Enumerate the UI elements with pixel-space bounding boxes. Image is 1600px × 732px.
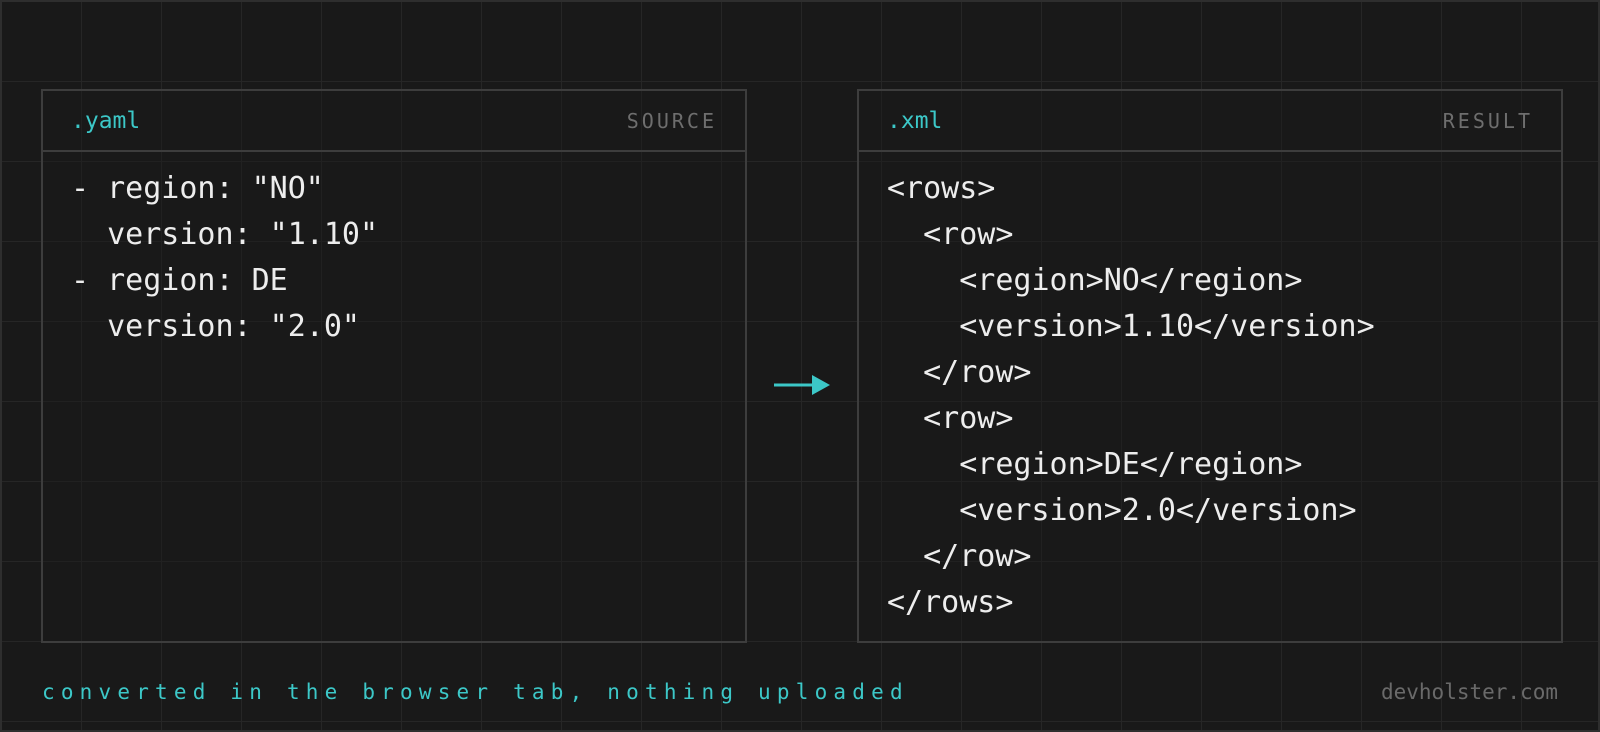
- source-extension-label: .yaml: [71, 107, 141, 134]
- result-code-line: </rows>: [887, 585, 1014, 620]
- source-panel-header: .yaml SOURCE: [43, 91, 745, 152]
- result-code-line: <row>: [887, 401, 1014, 436]
- source-role-label: SOURCE: [626, 108, 717, 133]
- result-code-line: </row>: [887, 355, 1032, 390]
- result-panel-header: .xml RESULT: [859, 91, 1561, 152]
- canvas-frame: .yaml SOURCE - region: "NO" version: "1.…: [0, 0, 1600, 732]
- source-code-line: version: "2.0": [71, 309, 360, 344]
- result-role-label: RESULT: [1442, 108, 1533, 133]
- footer-caption: converted in the browser tab, nothing up…: [42, 680, 909, 704]
- result-panel: .xml RESULT <rows> <row> <region>NO</reg…: [857, 89, 1563, 643]
- source-code-line: version: "1.10": [71, 217, 379, 252]
- source-code-block: - region: "NO" version: "1.10" - region:…: [43, 152, 745, 364]
- result-code-line: </row>: [887, 539, 1032, 574]
- source-code-line: - region: DE: [71, 263, 288, 298]
- footer-site-link[interactable]: devholster.com: [1381, 680, 1558, 704]
- result-code-line: <region>DE</region>: [887, 447, 1303, 482]
- result-extension-label: .xml: [887, 107, 943, 134]
- result-code-block: <rows> <row> <region>NO</region> <versio…: [859, 152, 1561, 640]
- result-code-line: <region>NO</region>: [887, 263, 1303, 298]
- source-code-line: - region: "NO": [71, 171, 324, 206]
- result-code-line: <row>: [887, 217, 1014, 252]
- source-panel: .yaml SOURCE - region: "NO" version: "1.…: [41, 89, 747, 643]
- result-code-line: <rows>: [887, 171, 996, 206]
- result-code-line: <version>2.0</version>: [887, 493, 1357, 528]
- arrow-right-icon: [774, 375, 830, 395]
- result-code-line: <version>1.10</version>: [887, 309, 1375, 344]
